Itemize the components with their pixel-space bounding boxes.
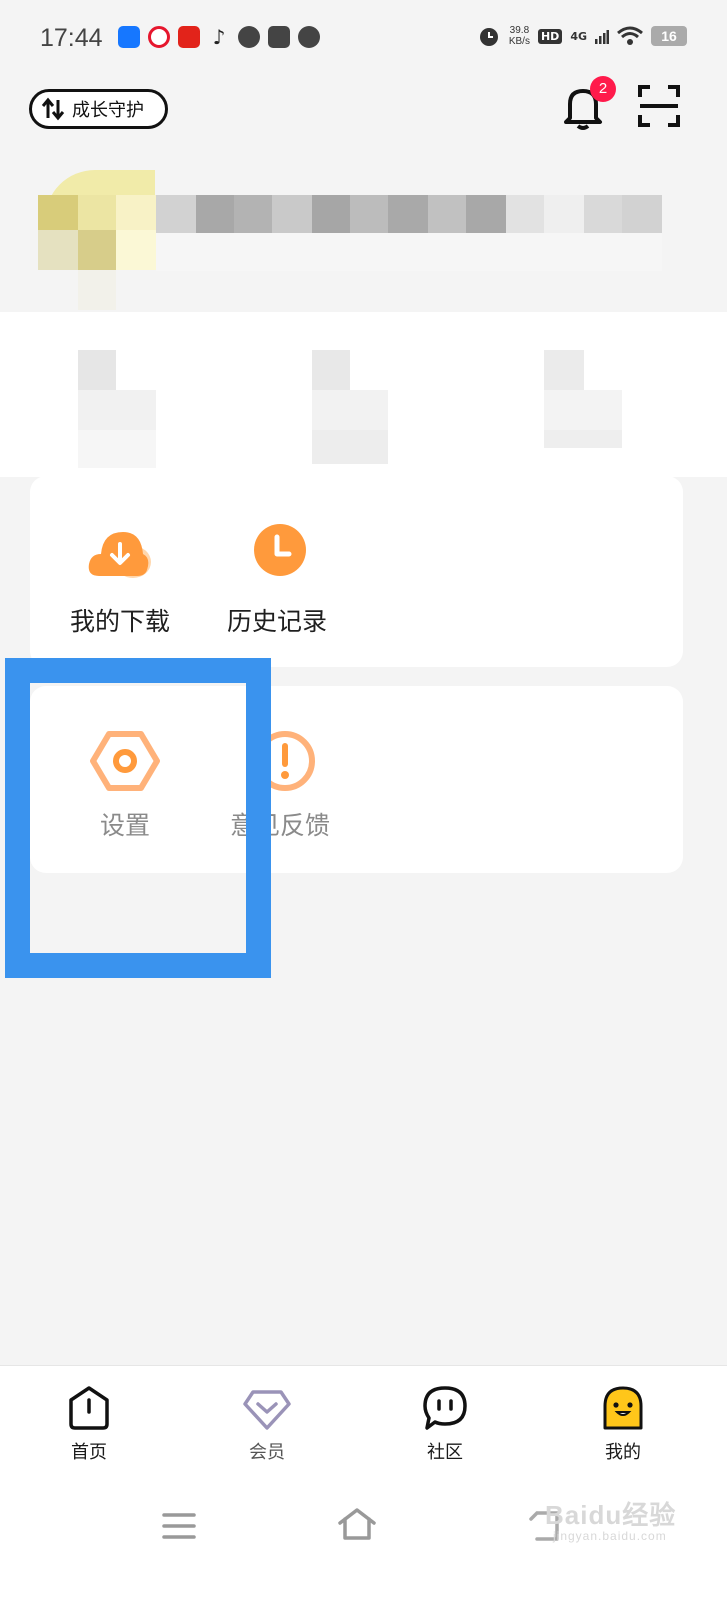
status-bar: 17:44 ♪ 39.8 KB/s HD 4G 16 bbox=[0, 0, 727, 80]
vip-diamond-icon bbox=[243, 1390, 291, 1430]
app-red-icon bbox=[178, 26, 200, 48]
menu-lines-icon[interactable] bbox=[162, 1511, 196, 1541]
profile-stats-blurred bbox=[0, 312, 727, 477]
community-chat-icon bbox=[423, 1386, 467, 1430]
nav-profile[interactable]: 我的 bbox=[578, 1384, 668, 1464]
history-clock-icon bbox=[253, 524, 306, 576]
scan-icon[interactable] bbox=[638, 85, 680, 127]
network-speed: 39.8 KB/s bbox=[508, 25, 530, 47]
hd-badge: HD bbox=[537, 28, 563, 44]
battery-indicator: 16 bbox=[651, 26, 687, 46]
tiktok-icon: ♪ bbox=[212, 25, 226, 49]
home-power-icon bbox=[69, 1386, 109, 1430]
growth-guard-label: 成长守护 bbox=[72, 100, 144, 121]
notification-icons: ♪ bbox=[118, 26, 320, 48]
notification-count-badge: 2 bbox=[590, 76, 616, 102]
bottom-nav: 首页 会员 社区 我的 bbox=[0, 1365, 727, 1465]
profile-chick-icon bbox=[603, 1386, 643, 1430]
home-outline-icon[interactable] bbox=[337, 1507, 377, 1541]
nav-vip[interactable]: 会员 bbox=[222, 1384, 312, 1464]
system-icons: 39.8 KB/s HD 4G 16 bbox=[477, 24, 687, 48]
speedometer-icon bbox=[238, 26, 260, 48]
weibo-icon bbox=[148, 26, 170, 48]
menu-card-primary: 我的下载 历史记录 bbox=[30, 476, 683, 667]
highlight-box bbox=[5, 658, 271, 978]
status-time: 17:44 bbox=[40, 24, 103, 52]
my-downloads-item[interactable]: 我的下载 bbox=[50, 524, 190, 638]
nav-community[interactable]: 社区 bbox=[400, 1384, 490, 1464]
signal-bars-icon bbox=[595, 30, 609, 44]
chat-icon bbox=[298, 26, 320, 48]
wifi-icon bbox=[617, 26, 643, 45]
history-item[interactable]: 历史记录 bbox=[207, 524, 347, 638]
growth-guard-button[interactable]: 成长守护 bbox=[29, 89, 168, 129]
swap-arrows-icon bbox=[41, 97, 65, 121]
baidu-watermark: Baidu经验 jingyan.baidu.com bbox=[545, 1500, 677, 1543]
alipay-icon bbox=[118, 26, 140, 48]
download-cloud-icon bbox=[88, 532, 151, 578]
signal-4g: 4G bbox=[570, 29, 587, 43]
nav-home[interactable]: 首页 bbox=[44, 1384, 134, 1464]
mail-icon bbox=[268, 26, 290, 48]
alarm-icon bbox=[479, 28, 498, 46]
